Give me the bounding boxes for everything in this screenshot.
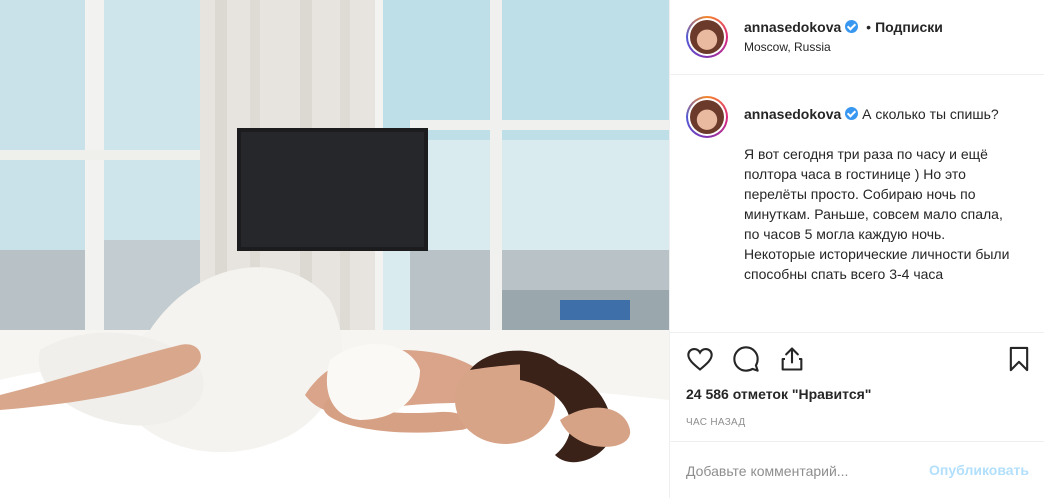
heart-icon[interactable] [686, 345, 714, 373]
caption-author-avatar[interactable] [686, 96, 728, 138]
caption-paragraph-1: Я вот сегодня три раза по часу и ещё пол… [744, 146, 1003, 242]
separator-dot: • [866, 19, 872, 35]
caption-verified-badge-icon [845, 107, 859, 120]
caption-first-line: А сколько ты спишь? [862, 106, 999, 122]
share-icon[interactable] [778, 345, 806, 373]
post-header: annasedokova • Подписки Moscow, Russia [670, 0, 1044, 75]
bedroom-photo-illustration [0, 0, 669, 498]
actions-bar: 24 586 отметок "Нравится" час назад [670, 332, 1044, 440]
caption-paragraph-2: Некоторые исторические личности были спо… [744, 246, 1010, 282]
caption-text: annasedokova А сколько ты спишь? Я вот с… [744, 104, 1016, 284]
comment-bar: Опубликовать [670, 441, 1044, 498]
verified-badge-icon [845, 20, 859, 33]
publish-button[interactable]: Опубликовать [929, 462, 1029, 478]
speech-bubble-icon[interactable] [732, 345, 760, 373]
post-timestamp[interactable]: час назад [686, 417, 745, 428]
caption-username[interactable]: annasedokova [744, 106, 841, 122]
caption-area[interactable]: annasedokova А сколько ты спишь? Я вот с… [670, 76, 1044, 332]
post-sidebar: annasedokova • Подписки Moscow, Russia an… [669, 0, 1044, 498]
post-photo[interactable] [0, 0, 669, 498]
post-location[interactable]: Moscow, Russia [744, 40, 831, 54]
instagram-post: annasedokova • Подписки Moscow, Russia an… [0, 0, 1044, 498]
author-avatar[interactable] [686, 16, 728, 58]
author-username[interactable]: annasedokova [744, 19, 841, 35]
author-line: annasedokova • Подписки [744, 19, 943, 35]
follow-button[interactable]: Подписки [875, 19, 943, 35]
bookmark-icon[interactable] [1005, 345, 1033, 373]
comment-input[interactable] [686, 460, 916, 482]
likes-count[interactable]: 24 586 отметок "Нравится" [686, 386, 871, 402]
